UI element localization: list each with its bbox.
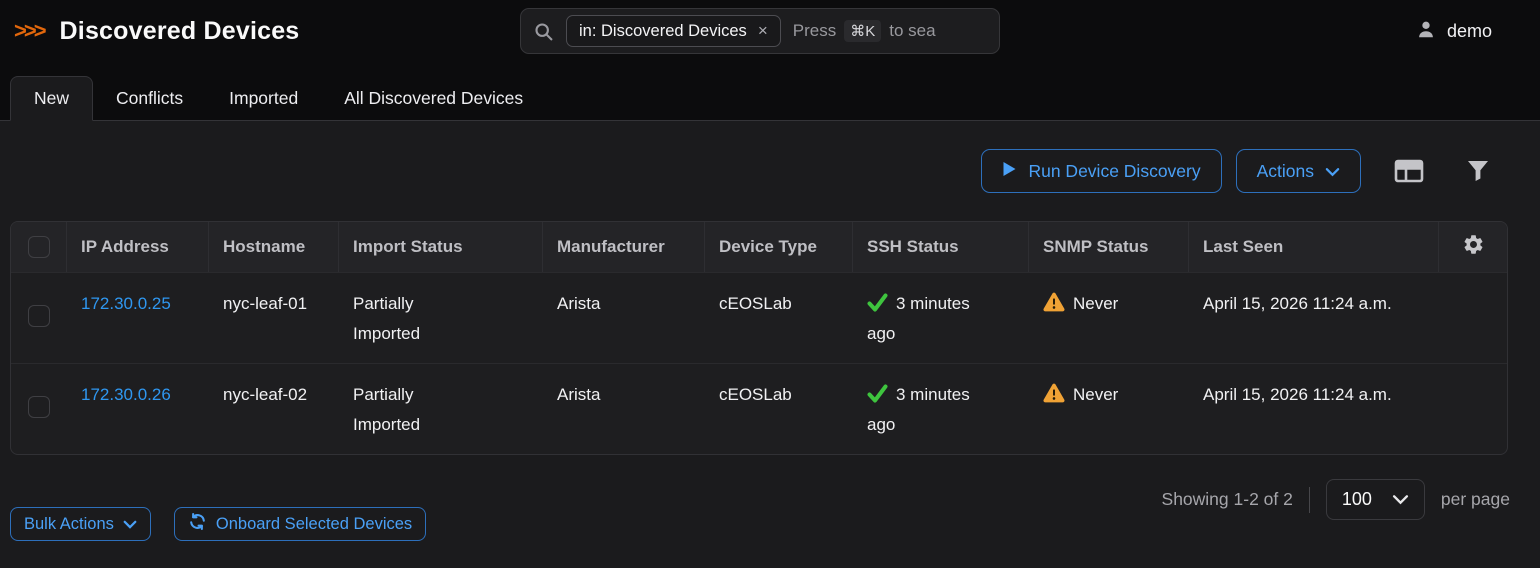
snmp-status: Never (1043, 294, 1118, 313)
device-type: cEOSLab (705, 364, 853, 454)
play-icon (1002, 161, 1017, 182)
app-logo-icon[interactable]: >>> (14, 18, 44, 44)
column-header-last-seen[interactable]: Last Seen (1189, 222, 1439, 272)
run-device-discovery-button[interactable]: Run Device Discovery (981, 149, 1221, 193)
global-search-input[interactable]: in: Discovered Devices × Press ⌘K to sea (520, 8, 1000, 54)
hostname: nyc-leaf-02 (223, 380, 307, 410)
bulk-actions-dropdown-button[interactable]: Bulk Actions (10, 507, 151, 541)
divider (1309, 487, 1310, 513)
warning-icon (1043, 292, 1065, 312)
chevron-down-icon (123, 515, 137, 534)
table-row: 172.30.0.25 nyc-leaf-01 Partially Import… (11, 272, 1507, 363)
tab-all-discovered-devices[interactable]: All Discovered Devices (321, 76, 546, 121)
ssh-status: 3 minutes ago (867, 380, 989, 440)
search-scope-label: in: Discovered Devices (579, 22, 747, 41)
tab-bar: New Conflicts Imported All Discovered De… (0, 62, 1540, 121)
search-icon (533, 21, 554, 42)
filter-icon[interactable] (1466, 159, 1490, 183)
tab-new[interactable]: New (10, 76, 93, 121)
page-title: Discovered Devices (60, 17, 300, 46)
tab-imported[interactable]: Imported (206, 76, 321, 121)
kbd-shortcut: ⌘K (844, 20, 881, 42)
column-header-hostname[interactable]: Hostname (209, 222, 339, 272)
last-seen: April 15, 2026 11:24 a.m. (1203, 289, 1392, 319)
table-header-row: IP Address Hostname Import Status Manufa… (11, 222, 1507, 272)
table-toolbar: Run Device Discovery Actions (10, 149, 1490, 193)
column-header-ssh-status[interactable]: SSH Status (853, 222, 1029, 272)
discovered-devices-page: >>> Discovered Devices in: Discovered De… (0, 0, 1540, 568)
import-status: Partially Imported (353, 289, 465, 349)
search-scope-chip[interactable]: in: Discovered Devices × (566, 15, 781, 47)
ip-address-link[interactable]: 172.30.0.26 (81, 385, 171, 404)
column-header-manufacturer[interactable]: Manufacturer (543, 222, 705, 272)
top-bar: >>> Discovered Devices in: Discovered De… (0, 0, 1540, 62)
select-all-checkbox[interactable] (28, 236, 50, 258)
user-icon (1415, 18, 1437, 45)
table-footer: Showing 1-2 of 2 100 per page Bulk Actio… (0, 455, 1540, 568)
username: demo (1447, 21, 1492, 42)
hostname: nyc-leaf-01 (223, 289, 307, 319)
sync-icon (188, 512, 207, 536)
chip-close-icon[interactable]: × (758, 21, 768, 41)
column-header-ip[interactable]: IP Address (67, 222, 209, 272)
last-seen: April 15, 2026 11:24 a.m. (1203, 380, 1392, 410)
check-icon (867, 384, 888, 403)
import-status: Partially Imported (353, 380, 465, 440)
check-icon (867, 293, 888, 312)
chevron-down-icon (1392, 489, 1409, 510)
pagination: Showing 1-2 of 2 100 per page (1162, 479, 1510, 520)
column-header-snmp-status[interactable]: SNMP Status (1029, 222, 1189, 272)
snmp-status: Never (1043, 385, 1118, 404)
table-row: 172.30.0.26 nyc-leaf-02 Partially Import… (11, 363, 1507, 454)
user-menu[interactable]: demo (1415, 18, 1492, 45)
per-page-label: per page (1441, 489, 1510, 510)
column-layout-icon[interactable] (1394, 159, 1424, 183)
ip-address-link[interactable]: 172.30.0.25 (81, 294, 171, 313)
showing-count: Showing 1-2 of 2 (1162, 489, 1293, 510)
table-settings-gear-icon[interactable] (1462, 233, 1485, 261)
warning-icon (1043, 383, 1065, 403)
onboard-selected-devices-button[interactable]: Onboard Selected Devices (174, 507, 426, 541)
tab-conflicts[interactable]: Conflicts (93, 76, 206, 121)
table-body: 172.30.0.25 nyc-leaf-01 Partially Import… (11, 272, 1507, 454)
column-header-import-status[interactable]: Import Status (339, 222, 543, 272)
manufacturer: Arista (543, 364, 705, 454)
actions-dropdown-button[interactable]: Actions (1236, 149, 1361, 193)
row-checkbox[interactable] (28, 305, 50, 327)
chevron-down-icon (1325, 161, 1340, 182)
row-checkbox[interactable] (28, 396, 50, 418)
column-header-device-type[interactable]: Device Type (705, 222, 853, 272)
ssh-status: 3 minutes ago (867, 289, 989, 349)
discovered-devices-table: IP Address Hostname Import Status Manufa… (10, 221, 1508, 455)
device-type: cEOSLab (705, 273, 853, 363)
manufacturer: Arista (543, 273, 705, 363)
search-placeholder: Press ⌘K to sea (793, 20, 936, 42)
page-size-select[interactable]: 100 (1326, 479, 1425, 520)
bulk-action-bar: Bulk Actions Onboard Selected Devices (10, 507, 426, 541)
